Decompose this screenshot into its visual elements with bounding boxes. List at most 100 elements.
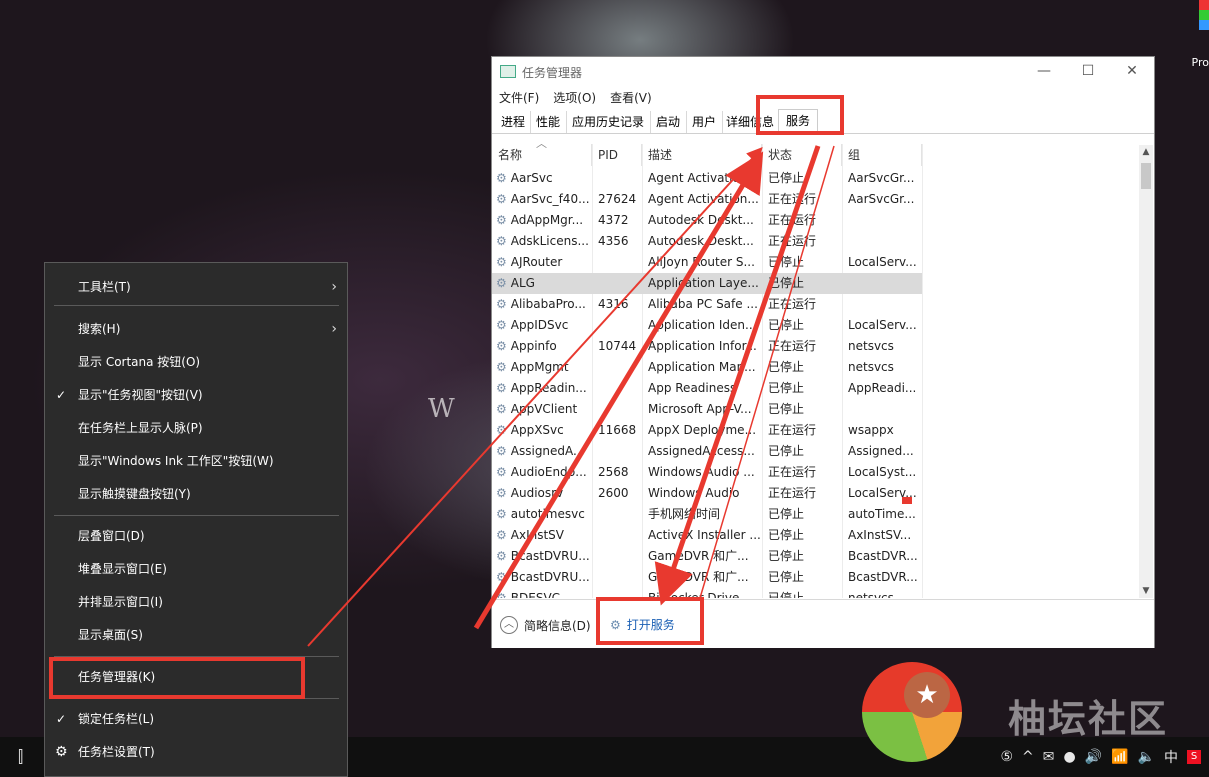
scroll-thumb[interactable] xyxy=(1141,163,1151,189)
service-group-cell: Assigned... xyxy=(848,444,914,458)
context-menu-item[interactable]: 层叠窗口(D) xyxy=(45,520,347,552)
service-desc-cell: AppX Deployme... xyxy=(648,423,757,437)
tab-processes[interactable]: 进程 xyxy=(496,111,531,133)
table-row[interactable]: ⚙ ALG Application Laye... 已停止 xyxy=(492,273,922,294)
context-menu-item[interactable]: 显示触摸键盘按钮(Y) xyxy=(45,478,347,510)
ime-indicator[interactable]: 中 xyxy=(1164,747,1178,767)
service-name: Appinfo xyxy=(510,339,557,353)
column-description[interactable]: 描述 xyxy=(642,144,762,166)
task-view-icon[interactable]: ⫿ xyxy=(18,747,23,767)
service-pid-cell: 2568 xyxy=(598,465,629,479)
menu-options[interactable]: 选项(O) xyxy=(553,89,596,106)
volume-icon[interactable]: 🔈 xyxy=(1138,749,1155,765)
service-desc-cell: Windows Audio xyxy=(648,486,740,500)
context-menu-item[interactable]: ✓ 锁定任务栏(L) xyxy=(45,703,347,735)
service-name: AppVClient xyxy=(510,402,578,416)
tab-performance[interactable]: 性能 xyxy=(530,111,567,133)
menu-view[interactable]: 查看(V) xyxy=(610,89,652,106)
table-row[interactable]: ⚙ AdAppMgr... 4372 Autodesk Deskt... 正在运行 xyxy=(492,210,922,231)
service-status-cell: 正在运行 xyxy=(768,339,817,353)
column-group[interactable]: 组 xyxy=(842,144,922,166)
service-group-cell: BcastDVR... xyxy=(848,570,918,584)
service-gear-icon: ⚙ xyxy=(496,423,507,437)
table-row[interactable]: ⚙ AppVClient Microsoft App-V... 已停止 xyxy=(492,399,922,420)
mail-icon[interactable]: ✉ xyxy=(1043,749,1055,765)
table-row[interactable]: ⚙ BcastDVRU... GameDVR 和广... 已停止 BcastDVR... xyxy=(492,567,922,588)
green-app-icon[interactable]: ● xyxy=(1063,749,1075,765)
menu-file[interactable]: 文件(F) xyxy=(499,89,539,106)
context-menu-item-label: 堆叠显示窗口(E) xyxy=(78,562,167,576)
tab-users[interactable]: 用户 xyxy=(686,111,723,133)
service-name: BcastDVRU... xyxy=(510,549,590,563)
service-status-cell: 已停止 xyxy=(768,360,805,374)
close-button[interactable]: ✕ xyxy=(1110,59,1154,83)
service-group-cell: netsvcs xyxy=(848,360,894,374)
column-status[interactable]: 状态 xyxy=(762,144,842,166)
service-status-cell: 正在运行 xyxy=(768,486,817,500)
fewer-details-button[interactable]: ︿ 简略信息(D) xyxy=(500,616,591,634)
table-row[interactable]: ⚙ AlibabaPro... 4316 Alibaba PC Safe ... 正在运… xyxy=(492,294,922,315)
table-row[interactable]: ⚙ BDESVC BitLocker Drive ... 已停止 netsvcs xyxy=(492,588,922,598)
window-title: 任务管理器 xyxy=(522,66,583,80)
tab-details[interactable]: 详细信息 xyxy=(722,111,779,133)
service-pid-cell xyxy=(598,378,644,399)
context-menu-item[interactable]: 显示桌面(S) xyxy=(45,619,347,651)
table-row[interactable]: ⚙ AarSvc_f40... 27624 Agent Activation... 正在… xyxy=(492,189,922,210)
minimize-button[interactable]: — xyxy=(1022,59,1066,83)
table-row[interactable]: ⚙ BcastDVRU... GameDVR 和广... 已停止 BcastDVR... xyxy=(492,546,922,567)
service-status-cell: 已停止 xyxy=(768,507,805,521)
context-menu-item[interactable]: 显示 Cortana 按钮(O) xyxy=(45,346,347,378)
service-name-cell: ⚙ ALG xyxy=(496,273,592,294)
context-menu-item[interactable]: 工具栏(T) › xyxy=(45,271,347,303)
service-pid-cell xyxy=(598,168,644,189)
tab-services[interactable]: 服务 xyxy=(778,109,818,135)
vertical-scrollbar[interactable]: ▲ ▼ xyxy=(1139,145,1153,598)
service-status-cell: 已停止 xyxy=(768,402,805,416)
service-desc-cell: BitLocker Drive ... xyxy=(648,591,755,598)
service-pid-cell xyxy=(598,546,644,567)
show-hidden-icons[interactable]: ^ xyxy=(1022,749,1034,765)
table-row[interactable]: ⚙ AJRouter AllJoyn Router S... 已停止 LocalServ… xyxy=(492,252,922,273)
table-row[interactable]: ⚙ AssignedA... AssignedAccess... 已停止 Assigne… xyxy=(492,441,922,462)
service-gear-icon: ⚙ xyxy=(496,570,507,584)
table-row[interactable]: ⚙ AppMgmt Application Man... 已停止 netsvcs xyxy=(492,357,922,378)
context-menu-item[interactable]: 并排显示窗口(I) xyxy=(45,586,347,618)
maximize-button[interactable]: ☐ xyxy=(1066,59,1110,83)
tab-strip: 进程 性能 应用历史记录 启动 用户 详细信息 服务 xyxy=(492,109,1154,135)
app-icon[interactable] xyxy=(1199,0,1209,30)
service-pid-cell xyxy=(598,588,644,598)
tab-startup[interactable]: 启动 xyxy=(650,111,687,133)
table-row[interactable]: ⚙ AarSvc Agent Activation... 已停止 AarSvcGr... xyxy=(492,168,922,189)
service-name-cell: ⚙ AudioEndp... xyxy=(496,462,592,483)
column-name[interactable]: 名称 xyxy=(492,144,592,166)
chevron-right-icon: › xyxy=(331,321,337,337)
context-menu-item[interactable]: 显示"Windows Ink 工作区"按钮(W) xyxy=(45,445,347,477)
title-bar[interactable]: 任务管理器 — ☐ ✕ xyxy=(492,57,1154,85)
context-menu-item[interactable]: 任务管理器(K) xyxy=(45,661,347,693)
context-menu-item[interactable]: 在任务栏上显示人脉(P) xyxy=(45,412,347,444)
table-row[interactable]: ⚙ AudioEndp... 2568 Windows Audio ... 正在运行 Lo… xyxy=(492,462,922,483)
wifi-icon[interactable]: 📶 xyxy=(1111,749,1128,765)
scroll-up-icon[interactable]: ▲ xyxy=(1139,147,1153,157)
table-row[interactable]: ⚙ AxInstSV ActiveX Installer ... 已停止 AxInstS… xyxy=(492,525,922,546)
table-row[interactable]: ⚙ AdskLicens... 4356 Autodesk Deskt... 正在运行 xyxy=(492,231,922,252)
context-menu-item[interactable]: 堆叠显示窗口(E) xyxy=(45,553,347,585)
context-menu-item[interactable]: ⚙ 任务栏设置(T) xyxy=(45,736,347,768)
context-menu-item-label: 显示"Windows Ink 工作区"按钮(W) xyxy=(78,454,274,468)
table-row[interactable]: ⚙ AppReadin... App Readiness 已停止 AppReadi... xyxy=(492,378,922,399)
table-row[interactable]: ⚙ autotimesvc 手机网络时间 已停止 autoTime... xyxy=(492,504,922,525)
sync-icon[interactable]: ⑤ xyxy=(1000,749,1013,765)
table-row[interactable]: ⚙ Audiosrv 2600 Windows Audio 正在运行 LocalServ.… xyxy=(492,483,922,504)
tab-app-history[interactable]: 应用历史记录 xyxy=(566,111,651,133)
table-row[interactable]: ⚙ Appinfo 10744 Application Infor... 正在运行 net… xyxy=(492,336,922,357)
column-pid[interactable]: PID xyxy=(592,144,642,166)
table-row[interactable]: ⚙ AppXSvc 11668 AppX Deployme... 正在运行 wsappx xyxy=(492,420,922,441)
table-row[interactable]: ⚙ AppIDSvc Application Iden... 已停止 LocalServ… xyxy=(492,315,922,336)
sogou-icon[interactable]: S xyxy=(1187,750,1201,764)
speaker-icon[interactable]: 🔊 xyxy=(1085,749,1102,765)
scroll-down-icon[interactable]: ▼ xyxy=(1139,586,1153,596)
context-menu-item[interactable]: 搜索(H) › xyxy=(45,313,347,345)
context-menu-item[interactable]: ✓ 显示"任务视图"按钮(V) xyxy=(45,379,347,411)
open-services-link[interactable]: ⚙ 打开服务 xyxy=(610,616,675,633)
watermark-logo: ★ xyxy=(862,662,962,762)
